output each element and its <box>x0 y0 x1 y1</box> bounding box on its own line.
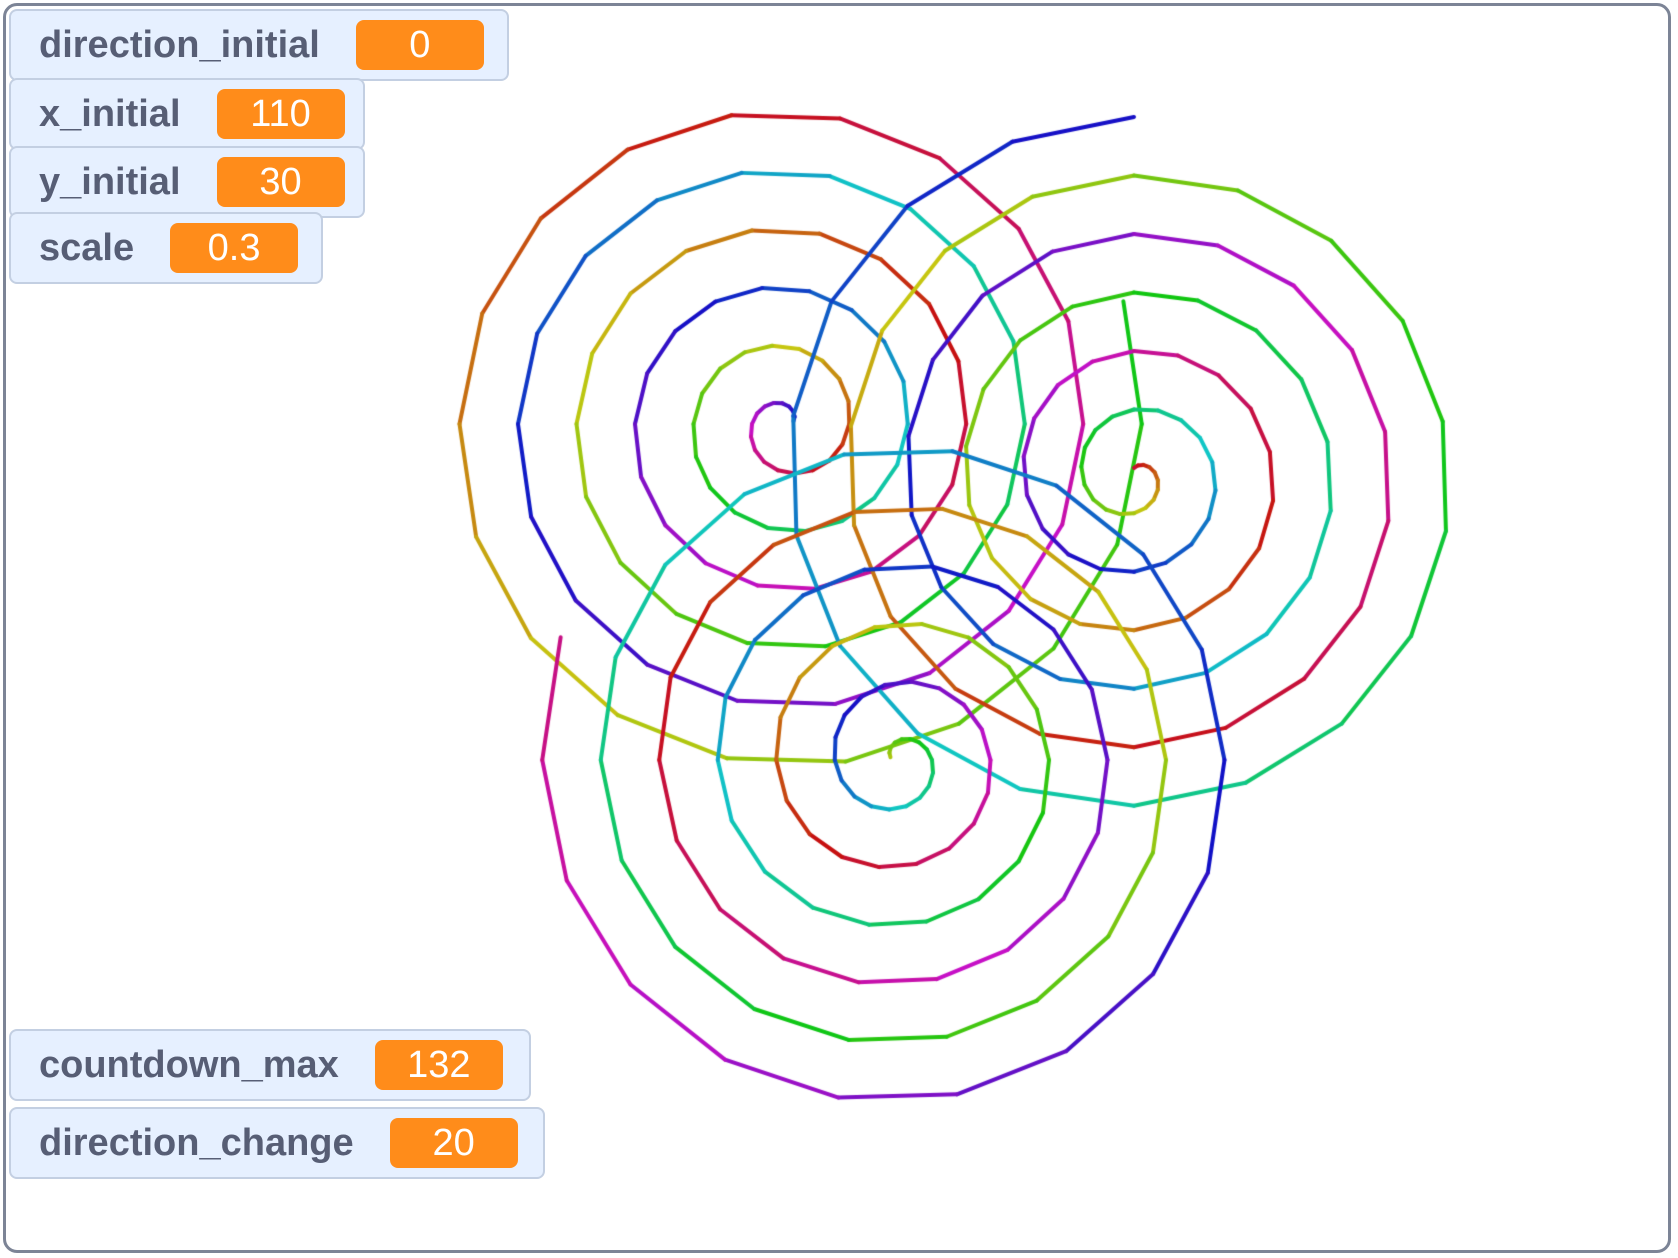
monitor-value: 132 <box>374 1040 503 1090</box>
monitor-label: scale <box>39 226 135 269</box>
monitor-value: 0 <box>355 20 484 70</box>
monitor-countdown-max[interactable]: countdown_max 132 <box>9 1029 531 1101</box>
monitor-label: direction_initial <box>39 23 320 66</box>
monitor-label: countdown_max <box>39 1043 339 1086</box>
monitor-value: 0.3 <box>170 223 299 273</box>
monitor-label: direction_change <box>39 1121 354 1164</box>
stage[interactable]: direction_initial 0 x_initial 110 y_init… <box>3 3 1671 1253</box>
monitor-label: y_initial <box>39 160 181 203</box>
monitor-value: 110 <box>216 89 345 139</box>
monitor-direction-initial[interactable]: direction_initial 0 <box>9 9 509 81</box>
monitor-value: 30 <box>216 157 345 207</box>
monitor-label: x_initial <box>39 92 181 135</box>
monitor-scale[interactable]: scale 0.3 <box>9 212 323 284</box>
monitor-value: 20 <box>389 1118 518 1168</box>
monitor-y-initial[interactable]: y_initial 30 <box>9 146 365 218</box>
monitor-direction-change[interactable]: direction_change 20 <box>9 1107 545 1179</box>
monitor-x-initial[interactable]: x_initial 110 <box>9 78 365 150</box>
